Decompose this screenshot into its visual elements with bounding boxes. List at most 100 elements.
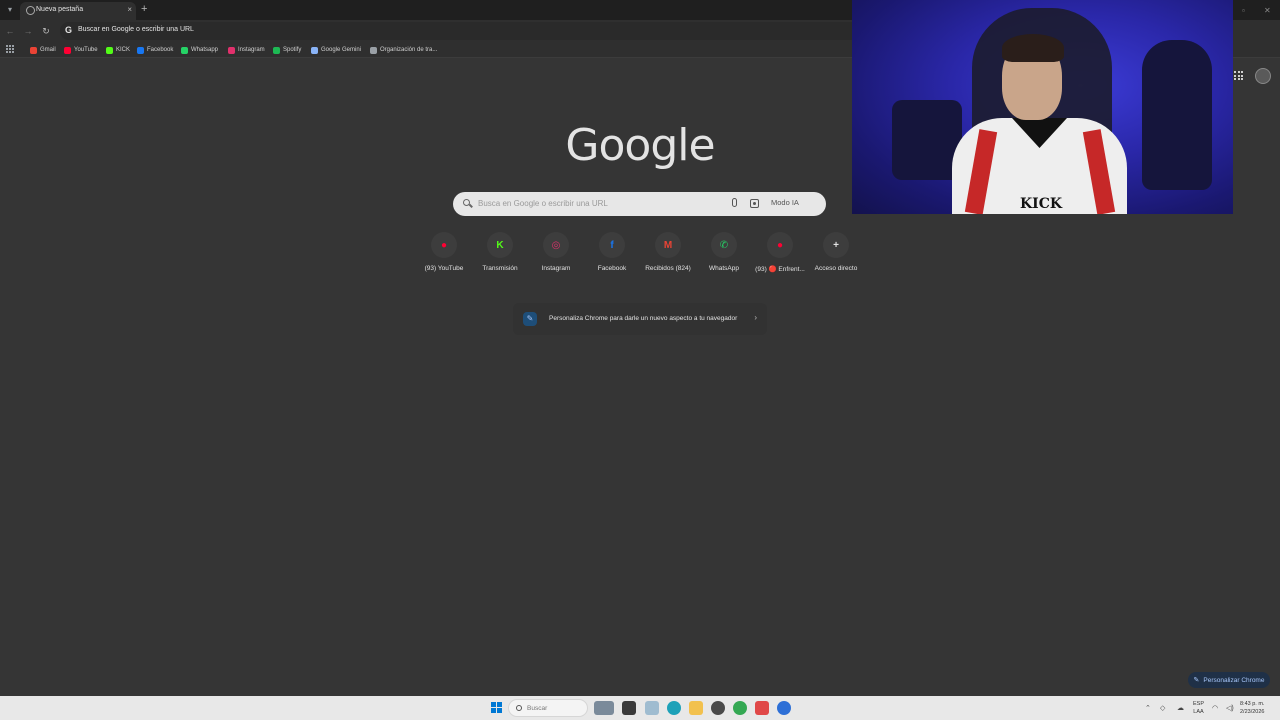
task-view-icon[interactable]: [622, 701, 636, 715]
shortcut-instagram[interactable]: ◎ Instagram: [528, 232, 584, 276]
whatsapp-icon: ✆: [711, 232, 737, 258]
bookmark-google-gemini[interactable]: Google Gemini: [311, 45, 361, 55]
spotify-icon: [273, 46, 280, 54]
forward-button[interactable]: →: [22, 25, 34, 37]
edge-icon[interactable]: [667, 701, 681, 715]
bookmark-label: Instagram: [238, 47, 265, 53]
shortcut-label: Recibidos (824): [645, 265, 691, 272]
bookmark-gmail[interactable]: Gmail: [30, 45, 56, 55]
shortcut-label: WhatsApp: [709, 265, 739, 272]
google-g-icon: G: [65, 25, 73, 35]
gmail-icon: M: [655, 232, 681, 258]
google-search-box[interactable]: Busca en Google o escribir una URL Modo …: [453, 192, 826, 216]
youtube-icon: [64, 46, 71, 54]
cloud-icon[interactable]: ☁: [1177, 704, 1184, 712]
shortcut-label: (93) 🔴 Enfrent...: [755, 266, 805, 273]
system-clock[interactable]: 8:43 p. m. 2/23/2026: [1240, 700, 1264, 716]
youtube-icon: ●: [431, 232, 457, 258]
language-layout: LAA: [1193, 709, 1204, 715]
apps-grid-icon[interactable]: [6, 45, 14, 53]
instagram-icon: ◎: [543, 232, 569, 258]
address-bar-placeholder: Buscar en Google o escribir una URL: [78, 26, 194, 33]
wifi-icon[interactable]: ◠: [1212, 704, 1218, 712]
language-indicator[interactable]: ESP LAA: [1193, 700, 1204, 716]
plus-icon: +: [823, 232, 849, 258]
shortcut-label: (93) YouTube: [424, 265, 464, 272]
kick-icon: K: [487, 232, 513, 258]
bookmark-youtube[interactable]: YouTube: [64, 45, 98, 55]
ai-mode-button[interactable]: Modo IA: [771, 198, 799, 207]
shortcut-transmision[interactable]: K Transmisión: [472, 232, 528, 276]
bookmark-label: Facebook: [147, 47, 174, 53]
shortcut-label: Transmisión: [482, 265, 518, 272]
instagram-icon: [228, 46, 235, 54]
google-lens-icon[interactable]: [750, 199, 759, 208]
bookmark-label: Google Gemini: [321, 47, 362, 53]
shortcut-label: Acceso directo: [814, 265, 858, 272]
bookmark-whatsapp[interactable]: Whatsapp: [181, 45, 218, 55]
google-apps-icon[interactable]: [1234, 71, 1243, 80]
whatsapp-icon: [181, 46, 188, 54]
new-tab-favicon-icon: [26, 6, 35, 15]
gemini-icon: [311, 46, 318, 54]
tab-search-chevron-icon[interactable]: ▾: [4, 4, 16, 16]
personalize-chrome-label: Personalizar Chrome: [1203, 676, 1265, 684]
widgets-icon[interactable]: [594, 701, 614, 715]
bookmark-label: YouTube: [74, 47, 98, 53]
shortcut-whatsapp[interactable]: ✆ WhatsApp: [696, 232, 752, 276]
bookmark-label: Spotify: [283, 47, 302, 53]
taskbar-search-placeholder: Buscar: [527, 705, 548, 712]
facebook-icon: f: [599, 232, 625, 258]
new-tab-button[interactable]: +: [141, 3, 147, 15]
volume-icon[interactable]: ◁): [1226, 704, 1234, 712]
google-logo: Google: [565, 120, 715, 171]
person-hair: [1002, 34, 1064, 62]
shortcut-label: Facebook: [597, 265, 627, 272]
youtube-icon: ●: [767, 232, 793, 258]
app-icon[interactable]: [777, 701, 791, 715]
close-window-icon[interactable]: ✕: [1264, 6, 1271, 15]
clock-time: 8:43 p. m.: [1240, 701, 1265, 707]
chevron-up-icon[interactable]: ⌃: [1145, 704, 1151, 712]
obs-icon[interactable]: [711, 701, 725, 715]
tab-close-button[interactable]: ×: [127, 5, 132, 14]
windows-start-icon[interactable]: [491, 702, 502, 713]
shortcut-youtube[interactable]: ● (93) YouTube: [416, 232, 472, 276]
file-explorer-icon[interactable]: [689, 701, 703, 715]
webcam-overlay: KICK: [852, 0, 1233, 214]
reload-button[interactable]: ↻: [40, 25, 52, 37]
shortcut-recibidos[interactable]: M Recibidos (824): [640, 232, 696, 276]
avatar[interactable]: [1255, 68, 1271, 84]
bookmark-facebook[interactable]: Facebook: [137, 45, 173, 55]
bookmark-spotify[interactable]: Spotify: [273, 45, 301, 55]
app-icon[interactable]: [755, 701, 769, 715]
personalize-chrome-button[interactable]: ✎ Personalizar Chrome: [1188, 672, 1270, 688]
bookmark-instagram[interactable]: Instagram: [228, 45, 265, 55]
microphone-icon[interactable]: [732, 198, 737, 207]
minimize-icon[interactable]: ▫: [1242, 6, 1245, 15]
facebook-icon: [137, 46, 144, 54]
snipping-tool-icon[interactable]: [645, 701, 659, 715]
bookmark-organizacion[interactable]: Organización de tra...: [370, 45, 437, 55]
bookmark-kick[interactable]: KICK: [106, 45, 130, 55]
network-icon[interactable]: ◇: [1160, 704, 1165, 712]
shortcut-add[interactable]: + Acceso directo: [808, 232, 864, 276]
customize-chrome-banner[interactable]: ✎ Personaliza Chrome para darle un nuevo…: [513, 303, 767, 335]
customize-banner-text: Personaliza Chrome para darle un nuevo a…: [549, 315, 738, 322]
bookmark-label: Gmail: [40, 47, 56, 53]
search-icon: [463, 199, 470, 206]
shortcut-enfrent[interactable]: ● (93) 🔴 Enfrent...: [752, 232, 808, 276]
bookmark-label: Whatsapp: [191, 47, 219, 53]
back-button[interactable]: ←: [4, 25, 16, 37]
gmail-icon: [30, 46, 37, 54]
search-icon: [516, 705, 522, 711]
pencil-icon: ✎: [1193, 677, 1200, 684]
shortcut-facebook[interactable]: f Facebook: [584, 232, 640, 276]
tab-new-tab[interactable]: Nueva pestaña ×: [20, 2, 136, 20]
chrome-icon[interactable]: [733, 701, 747, 715]
windows-taskbar: Buscar ⌃ ◇ ☁ ESP LAA ◠ ◁) 8:43 p. m. 2/2…: [0, 696, 1280, 720]
address-bar[interactable]: G Buscar en Google o escribir una URL: [60, 22, 860, 40]
tab-title: Nueva pestaña: [36, 6, 84, 13]
bookmark-label: Organización de tra...: [380, 47, 438, 53]
taskbar-search-input[interactable]: Buscar: [508, 699, 588, 717]
